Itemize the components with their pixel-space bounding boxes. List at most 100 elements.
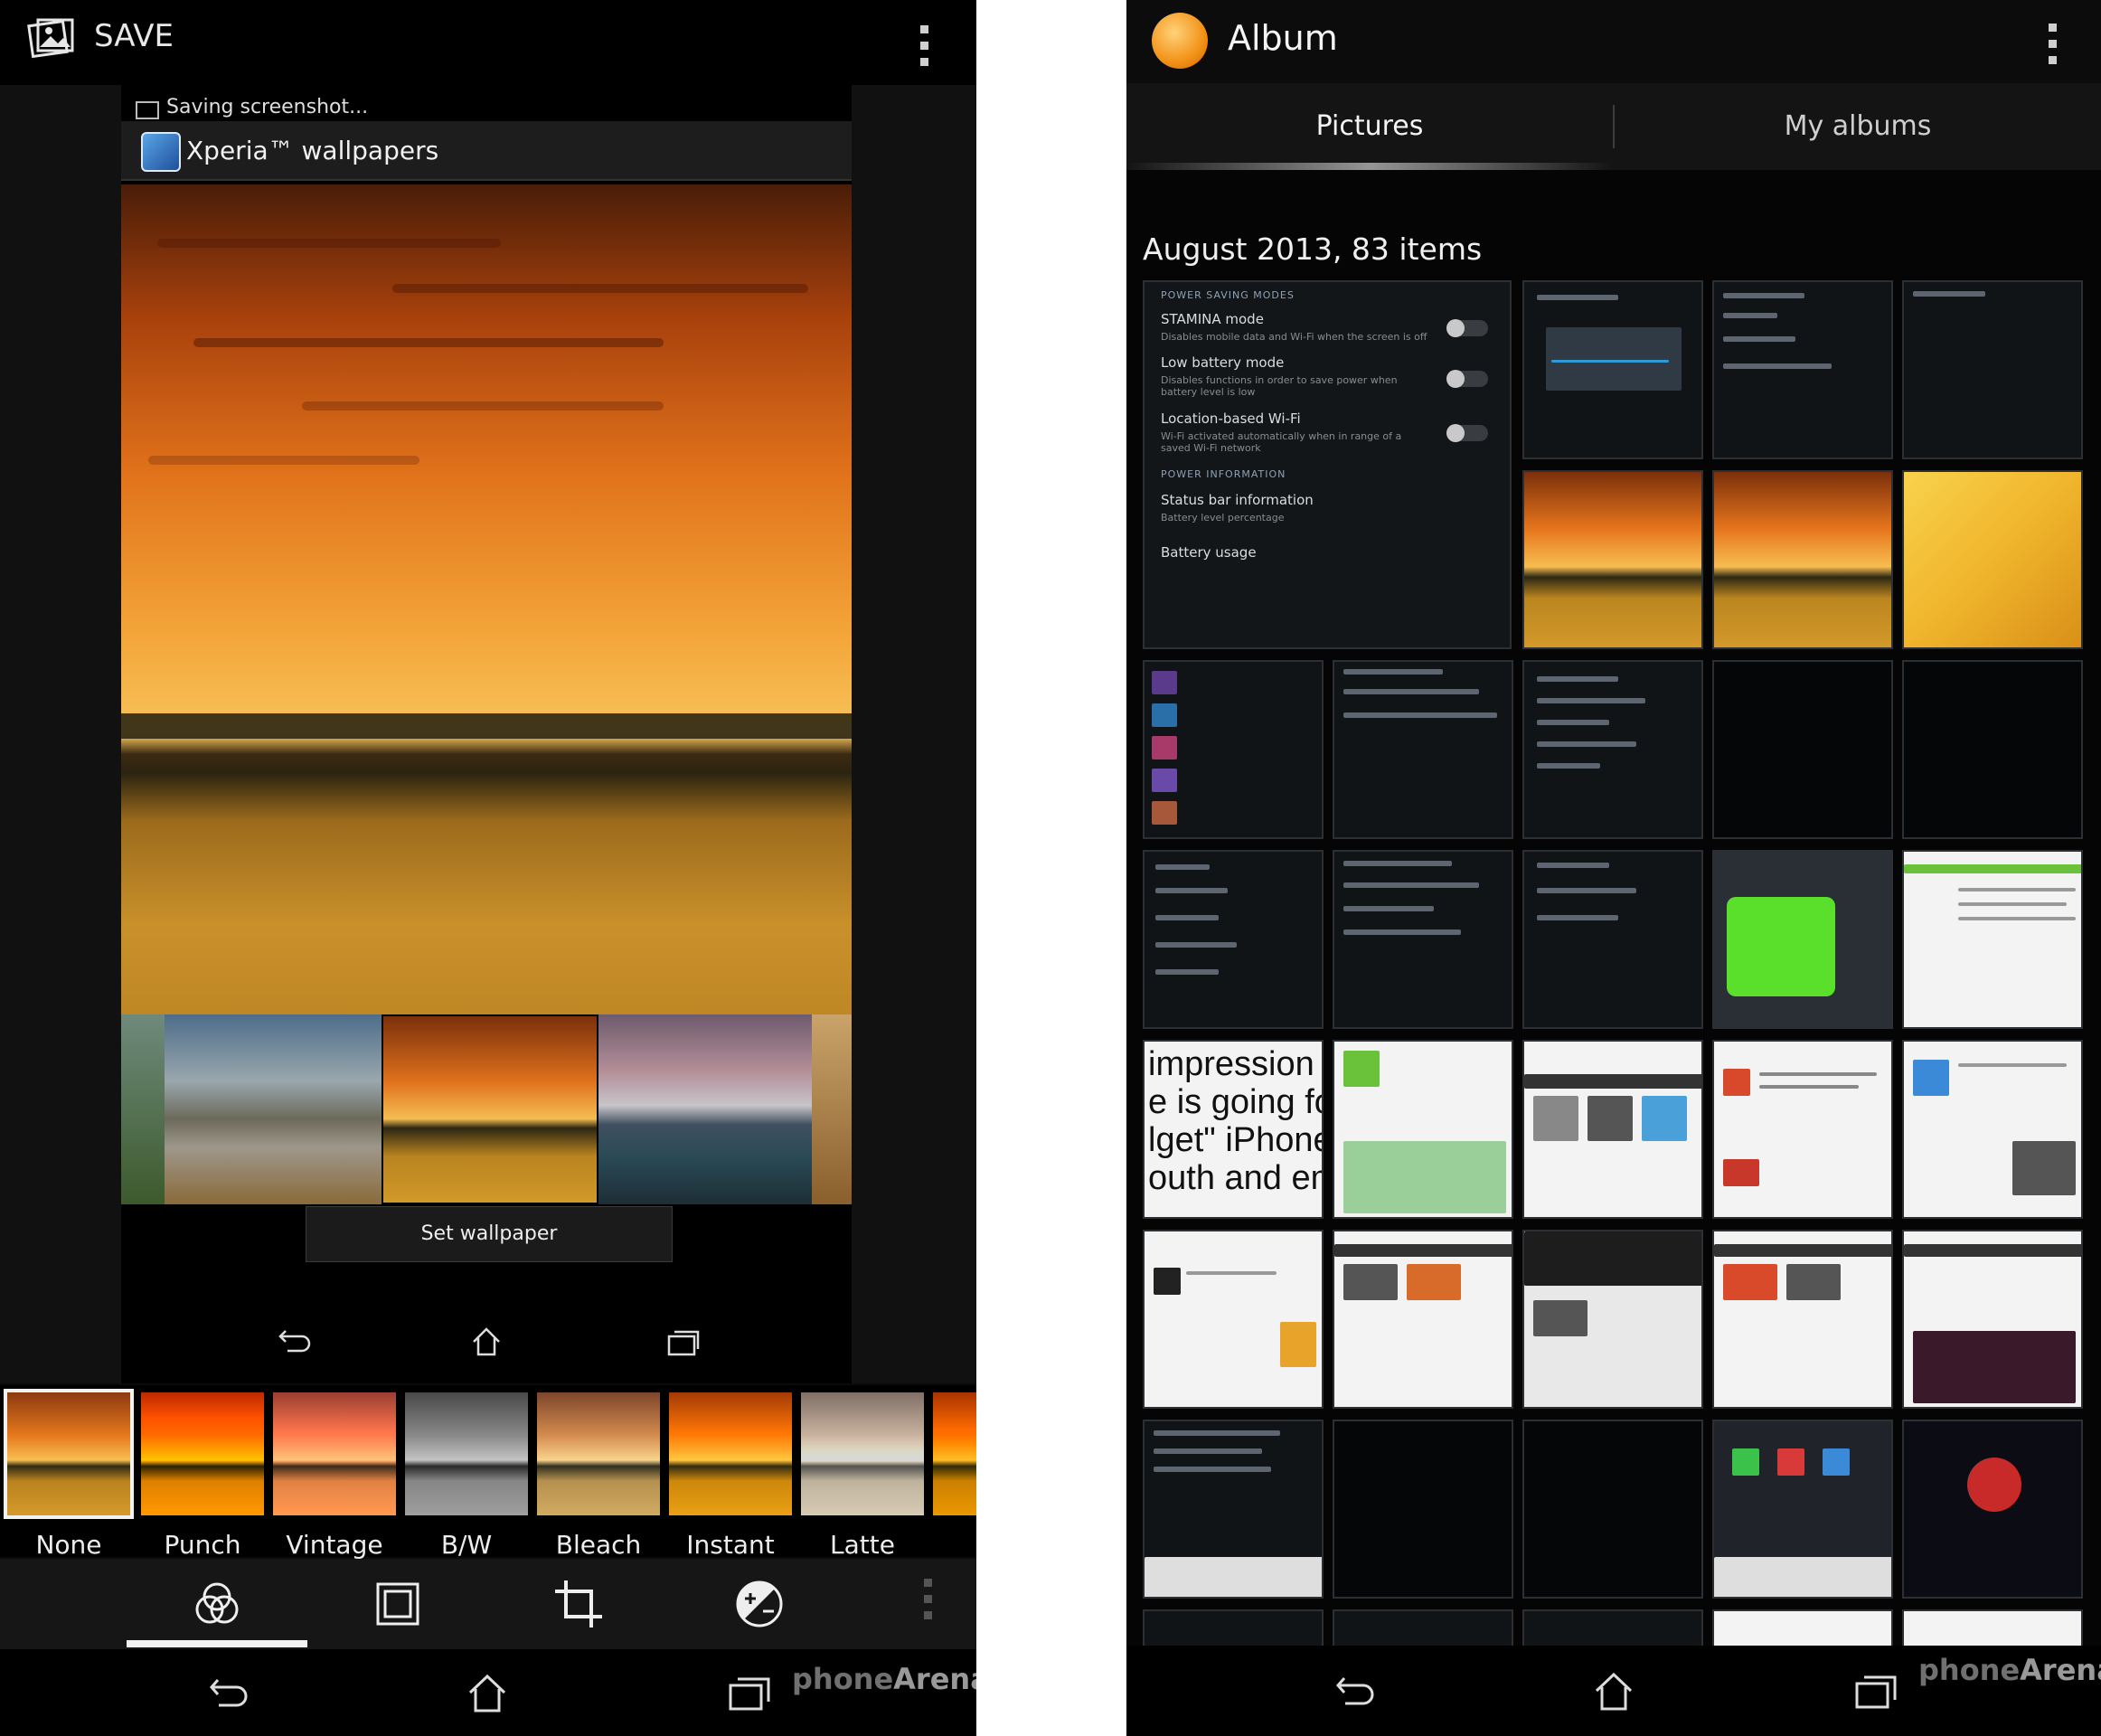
photo-tile[interactable] [1333,850,1513,1029]
photo-tile[interactable] [1712,470,1893,649]
filter-none[interactable]: None [4,1389,134,1560]
album-title: Album [1228,18,1338,58]
photo-tile[interactable] [1902,470,2083,649]
phonearena-watermark: phoneArena [1918,1653,2101,1687]
photo-tile[interactable] [1143,660,1324,839]
filter-preview [141,1392,264,1515]
settings-row-title: Low battery mode [1161,354,1285,371]
photo-tile[interactable] [1712,660,1893,839]
home-icon[interactable] [465,1671,510,1716]
photo-tile[interactable] [1143,1230,1324,1409]
filter-instant[interactable]: Instant [669,1392,792,1560]
photo-tile[interactable] [1712,1609,1893,1646]
photo-tile[interactable] [1902,1420,2083,1599]
tab-pictures[interactable]: Pictures [1126,83,1613,170]
filter-label: B/W [440,1530,493,1560]
wallpaper-thumb[interactable] [165,1014,382,1204]
album-app-icon[interactable] [1152,13,1208,69]
photo-tile[interactable] [1902,1040,2083,1219]
wallpaper-thumb[interactable] [812,1014,852,1204]
photo-tile[interactable] [1902,660,2083,839]
filter-bleach[interactable]: Bleach [537,1392,660,1560]
filter-bw[interactable]: B/W [405,1392,528,1560]
photo-tile[interactable] [1143,850,1324,1029]
wallpaper-thumb-selected[interactable] [382,1014,598,1204]
filters-icon[interactable] [190,1577,244,1631]
photo-tile[interactable] [1333,1609,1513,1646]
settings-row-sub: Wi-Fi activated automatically when in ra… [1161,430,1402,454]
set-wallpaper-button[interactable]: Set wallpaper [306,1206,673,1262]
photo-tile[interactable] [1522,280,1703,459]
filter-label: Latte [830,1530,895,1560]
photo-tile[interactable] [1522,1609,1703,1646]
filter-preview [405,1392,528,1515]
photo-tile[interactable] [1902,1609,2083,1646]
photo-tile[interactable] [1143,1420,1324,1599]
back-icon[interactable] [204,1676,250,1712]
filter-preview [669,1392,792,1515]
photo-tile[interactable] [1712,1040,1893,1219]
filter-label: Vintage [286,1530,383,1560]
filter-preview [273,1392,396,1515]
photo-tile[interactable] [1333,1420,1513,1599]
photo-tile[interactable] [1333,1040,1513,1219]
overflow-menu-icon[interactable] [924,1579,933,1619]
article-text: e is going for [1148,1083,1322,1121]
toggle-switch [1446,370,1488,388]
photo-tile-large[interactable]: POWER SAVING MODES STAMINA mode Disables… [1143,280,1512,649]
exposure-icon[interactable] [732,1577,787,1631]
filter-latte[interactable]: Latte [801,1392,924,1560]
photo-tile[interactable] [1333,660,1513,839]
back-icon[interactable] [1331,1675,1376,1711]
settings-row-title: STAMINA mode [1161,311,1264,327]
article-text: impression [1148,1045,1314,1083]
screenshot-icon [136,101,159,119]
album-action-bar: Album [1126,0,2101,83]
frame-icon[interactable] [371,1577,425,1631]
overflow-menu-icon[interactable] [2049,24,2058,72]
save-button[interactable]: SAVE [94,18,174,54]
editor-toolbar [0,1559,976,1649]
editor-action-bar: SAVE [0,0,976,85]
photo-tile[interactable] [1522,1230,1703,1409]
recent-apps-icon[interactable] [1853,1673,1898,1711]
wallpaper-thumb[interactable] [121,1014,165,1204]
filter-partial[interactable]: B [933,1392,976,1519]
photo-tile[interactable] [1333,1230,1513,1409]
photo-tile[interactable] [1712,850,1893,1029]
filter-preview [933,1392,976,1515]
recent-apps-icon[interactable] [727,1675,772,1712]
tab-my-albums[interactable]: My albums [1615,83,2101,170]
settings-row-title: Status bar information [1161,492,1314,508]
photo-grid: POWER SAVING MODES STAMINA mode Disables… [1143,280,2083,1646]
photo-tile[interactable] [1522,1420,1703,1599]
overflow-menu-icon[interactable] [920,25,929,74]
home-icon[interactable] [1591,1669,1636,1714]
photo-tile[interactable] [1902,280,2083,459]
photo-tile[interactable] [1712,1420,1893,1599]
photo-tile[interactable] [1712,280,1893,459]
wallpaper-thumb[interactable] [598,1014,812,1204]
photo-tile[interactable] [1143,1609,1324,1646]
settings-row-sub: Battery level percentage [1161,512,1285,524]
crop-icon[interactable] [551,1577,606,1631]
photo-tile[interactable] [1522,470,1703,649]
filter-label: Instant [686,1530,775,1560]
group-title: August 2013, 83 items [1143,231,1483,267]
save-photo-icon[interactable] [27,14,76,63]
photo-tile[interactable] [1522,850,1703,1029]
filter-preview [537,1392,660,1515]
photo-tile[interactable] [1522,660,1703,839]
photo-tile[interactable] [1902,850,2083,1029]
article-text: outh and em [1148,1159,1324,1197]
watermark-text-bold: Arena [2020,1653,2101,1687]
filter-punch[interactable]: Punch [141,1392,264,1560]
filter-vintage[interactable]: Vintage [273,1392,396,1560]
photo-tile[interactable] [1712,1230,1893,1409]
recent-apps-icon [667,1330,700,1356]
photo-tile-article[interactable]: impression e is going for lget" iPhone o… [1143,1040,1324,1219]
system-nav-bar: phoneArena [0,1649,976,1736]
photo-tile[interactable] [1522,1040,1703,1219]
photo-tile[interactable] [1902,1230,2083,1409]
photo-preview: Saving screenshot... Xperia™ wallpapers … [121,85,852,1383]
